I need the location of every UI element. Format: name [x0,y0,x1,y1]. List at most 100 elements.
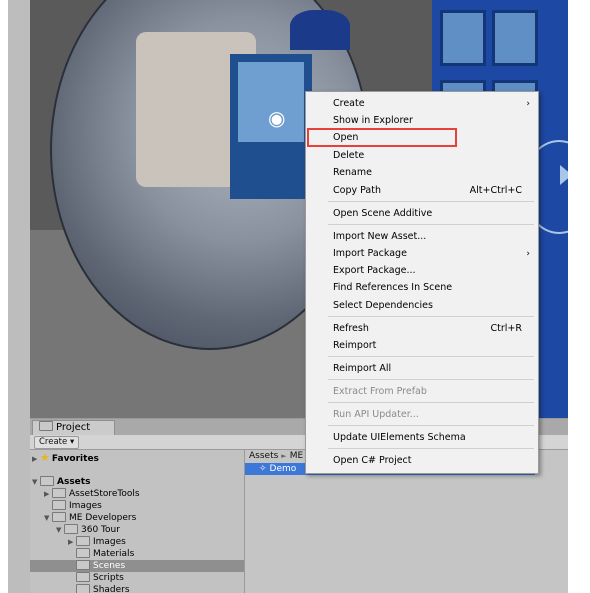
collapse-arrow-icon[interactable]: ▼ [56,524,64,536]
asset-item-label: Demo [269,464,297,474]
tree-item-assets[interactable]: ▼ Assets [32,475,91,488]
tree-item-label: Images [69,501,102,511]
menu-item-reimport-all[interactable]: Reimport All [306,361,538,377]
menu-item-run-api-updater: Run API Updater... [306,407,538,423]
folder-icon [76,571,90,582]
preview-arrow-icon [560,165,568,185]
menu-item-find-references[interactable]: Find References In Scene [306,280,538,296]
star-icon: ★ [40,451,50,464]
menu-separator [328,425,534,426]
menu-item-import-package[interactable]: Import Package › [306,246,538,262]
menu-item-export-package[interactable]: Export Package... [306,263,538,279]
collapse-arrow-icon[interactable]: ▼ [32,476,40,488]
menu-item-update-uielements-schema[interactable]: Update UIElements Schema [306,430,538,446]
tree-item-label: 360 Tour [81,525,120,535]
camera-gizmo-icon[interactable]: ◉ [268,108,285,128]
menu-item-label: Extract From Prefab [333,386,427,397]
menu-item-create[interactable]: Create › [306,96,538,112]
menu-separator [328,402,534,403]
folder-icon [76,559,90,570]
menu-item-label: Find References In Scene [333,282,453,293]
folder-icon [39,421,53,431]
tree-item-me-developers[interactable]: ▼ ME Developers [44,511,137,524]
menu-item-open-csharp-project[interactable]: Open C# Project [306,453,538,469]
menu-item-copy-path[interactable]: Copy Path Alt+Ctrl+C [306,183,538,199]
create-button[interactable]: Create ▾ [34,436,80,449]
tree-item-label: Shaders [93,585,130,593]
menu-item-label: Import Package [333,248,407,259]
menu-item-reimport[interactable]: Reimport [306,338,538,354]
tree-item-materials[interactable]: Materials [76,547,135,560]
submenu-arrow-icon: › [526,249,530,259]
tree-item-images[interactable]: Images [52,499,102,512]
menu-item-show-in-explorer[interactable]: Show in Explorer [306,113,538,129]
menu-item-refresh[interactable]: Refresh Ctrl+R [306,321,538,337]
menu-item-label: Open Scene Additive [333,208,433,219]
menu-item-open-scene-additive[interactable]: Open Scene Additive [306,206,538,222]
tree-item-assetstoretools[interactable]: ▶ AssetStoreTools [44,487,140,500]
menu-item-label: Create [333,98,365,109]
tree-item-scenes[interactable]: Scenes [30,559,244,572]
menu-item-delete[interactable]: Delete [306,148,538,164]
tree-item-label: Scripts [93,573,124,583]
menu-item-shortcut: Alt+Ctrl+C [469,185,522,196]
menu-item-import-new-asset[interactable]: Import New Asset... [306,229,538,245]
folder-icon [52,499,66,510]
menu-item-shortcut: Ctrl+R [490,323,522,334]
breadcrumb-assets[interactable]: Assets [249,451,278,461]
tree-item-label: Images [93,537,126,547]
menu-item-label: Show in Explorer [333,115,413,126]
submenu-arrow-icon: › [526,99,530,109]
menu-separator [328,379,534,380]
menu-item-rename[interactable]: Rename [306,165,538,181]
tree-item-favorites[interactable]: ▶ ★ Favorites [32,451,99,465]
folder-icon [76,535,90,546]
tree-item-label: Scenes [93,561,126,571]
expand-arrow-icon[interactable]: ▶ [68,536,76,548]
menu-item-label: Reimport All [333,363,392,374]
menu-item-label: Delete [333,150,365,161]
tree-item-label: Assets [57,477,91,487]
tree-item-label: Materials [93,549,135,559]
menu-item-label: Refresh [333,323,369,334]
folder-icon [52,511,66,522]
collapse-arrow-icon[interactable]: ▼ [44,512,52,524]
menu-item-label: Rename [333,167,372,178]
expand-arrow-icon[interactable]: ▶ [32,453,40,465]
tree-item-label: Favorites [51,454,99,464]
expand-arrow-icon[interactable]: ▶ [44,488,52,500]
tree-item-shaders[interactable]: Shaders [76,583,130,593]
menu-item-label: Copy Path [333,185,381,196]
menu-separator [328,224,534,225]
unity-scene-icon: ✧ [259,464,267,474]
tree-item-scripts[interactable]: Scripts [76,571,124,584]
highlight-box [307,128,457,147]
breadcrumb-separator-icon: ► [281,452,287,460]
folder-icon [40,475,54,486]
breadcrumb: Assets ► ME [249,450,303,463]
menu-item-label: Reimport [333,340,377,351]
menu-item-select-dependencies[interactable]: Select Dependencies [306,298,538,314]
context-menu: Create › Show in Explorer Open Delete Ren… [305,91,539,474]
tree-item-tour-images[interactable]: ▶ Images [68,535,126,548]
menu-item-extract-from-prefab: Extract From Prefab [306,384,538,400]
menu-separator [328,316,534,317]
menu-item-label: Update UIElements Schema [333,432,466,443]
tree-item-label: AssetStoreTools [69,489,140,499]
sphere-building-glass [238,62,304,142]
menu-item-label: Export Package... [333,265,416,276]
menu-separator [328,201,534,202]
tree-item-label: ME Developers [69,513,137,523]
tree-item-360-tour[interactable]: ▼ 360 Tour [56,523,120,536]
tab-project-label: Project [56,422,91,433]
breadcrumb-me[interactable]: ME [290,451,303,461]
left-gutter [8,0,30,593]
tab-project[interactable]: Project [32,420,116,436]
sphere-sky [290,10,350,50]
menu-item-label: Open C# Project [333,455,412,466]
folder-icon [76,583,90,593]
menu-item-label: Import New Asset... [333,231,427,242]
folder-icon [64,523,78,534]
preview-window-pane [440,10,486,66]
menu-item-label: Select Dependencies [333,300,433,311]
